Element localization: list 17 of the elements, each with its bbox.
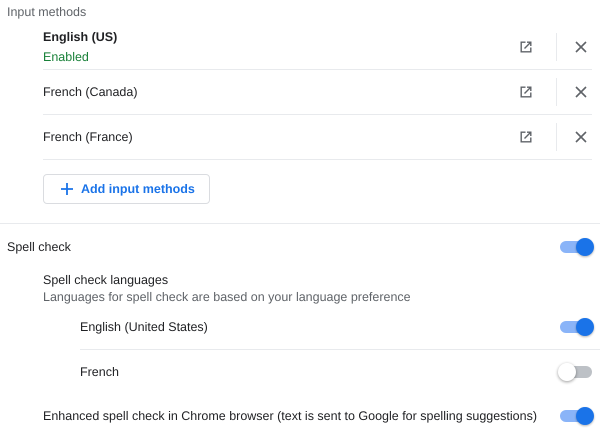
input-method-name: French (France) [43, 130, 134, 144]
setting-title: Spell check languages [43, 273, 170, 287]
language-name: English (United States) [80, 320, 208, 334]
toggle-switch[interactable] [558, 407, 594, 425]
toggle-switch[interactable] [558, 363, 594, 381]
plus-icon [61, 183, 73, 195]
setting-label: Enhanced spell check in Chrome browser (text is sent to Google for spelling suggestions) [43, 409, 538, 423]
status-label: Enabled [43, 50, 90, 64]
input-method-name: English (US) [43, 30, 118, 44]
setting-label: Spell check [7, 240, 71, 254]
input-method-name: French (Canada) [43, 85, 138, 99]
language-name: French [80, 365, 119, 379]
add-input-methods-button[interactable]: Add input methods [43, 174, 210, 204]
toggle-switch[interactable] [558, 238, 594, 256]
setting-description: Languages for spell check are based on your language preference [43, 290, 412, 304]
toggle-switch[interactable] [558, 318, 594, 336]
section-title: Input methods [6, 4, 88, 21]
